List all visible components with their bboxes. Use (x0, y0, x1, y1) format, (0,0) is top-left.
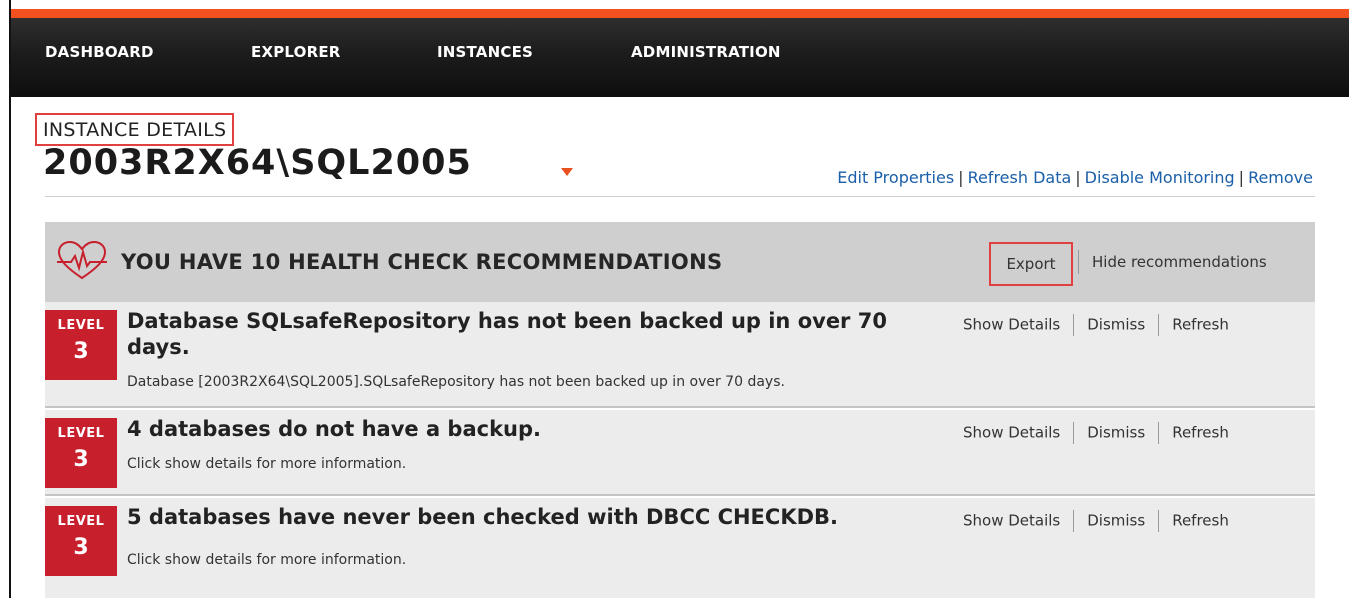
nav-item-explorer[interactable]: EXPLORER (251, 43, 341, 61)
separator (1073, 314, 1075, 336)
level-label: LEVEL (57, 426, 105, 441)
disable-monitoring-link[interactable]: Disable Monitoring (1085, 168, 1235, 187)
refresh-data-link[interactable]: Refresh Data (968, 168, 1072, 187)
refresh-button[interactable]: Refresh (1172, 512, 1229, 530)
level-badge: LEVEL 3 (45, 310, 117, 380)
heart-pulse-icon (57, 240, 107, 280)
level-number: 3 (73, 447, 89, 472)
export-button[interactable]: Export (989, 242, 1073, 286)
remove-link[interactable]: Remove (1248, 168, 1313, 187)
health-check-header: YOU HAVE 10 HEALTH CHECK RECOMMENDATIONS… (45, 222, 1315, 302)
health-check-title: YOU HAVE 10 HEALTH CHECK RECOMMENDATIONS (121, 250, 723, 274)
recommendation-actions: Show Details Dismiss Refresh (963, 510, 1229, 532)
separator: | (1075, 168, 1081, 187)
edit-properties-link[interactable]: Edit Properties (837, 168, 954, 187)
level-number: 3 (73, 535, 89, 560)
separator: | (958, 168, 964, 187)
recommendation-description: Click show details for more information. (127, 552, 407, 568)
refresh-button[interactable]: Refresh (1172, 424, 1229, 442)
nav-item-instances[interactable]: INSTANCES (437, 43, 533, 61)
level-badge: LEVEL 3 (45, 418, 117, 488)
show-details-button[interactable]: Show Details (963, 512, 1060, 530)
dismiss-button[interactable]: Dismiss (1087, 512, 1145, 530)
app-frame: DASHBOARD EXPLORER INSTANCES ADMINISTRAT… (9, 0, 1349, 598)
hide-recommendations-button[interactable]: Hide recommendations (1092, 253, 1267, 271)
recommendation-description: Database [2003R2X64\SQL2005].SQLsafeRepo… (127, 374, 785, 390)
level-badge: LEVEL 3 (45, 506, 117, 576)
separator (1073, 422, 1075, 444)
dismiss-button[interactable]: Dismiss (1087, 316, 1145, 334)
dismiss-button[interactable]: Dismiss (1087, 424, 1145, 442)
instance-name: 2003R2X64\SQL2005 (43, 143, 472, 183)
recommendation-item: LEVEL 3 5 databases have never been chec… (45, 498, 1315, 598)
instance-actions: Edit Properties | Refresh Data | Disable Mon… (837, 168, 1313, 187)
level-number: 3 (73, 339, 89, 364)
separator (1158, 314, 1160, 336)
nav-item-administration[interactable]: ADMINISTRATION (631, 43, 781, 61)
recommendation-item: LEVEL 3 4 databases do not have a backup… (45, 410, 1315, 496)
top-navigation-bar: DASHBOARD EXPLORER INSTANCES ADMINISTRAT… (11, 9, 1349, 97)
show-details-button[interactable]: Show Details (963, 424, 1060, 442)
recommendation-title: 4 databases do not have a backup. (127, 417, 542, 441)
recommendation-title: 5 databases have never been checked with… (127, 505, 839, 529)
recommendation-item: LEVEL 3 Database SQLsafeRepository has n… (45, 302, 1315, 408)
recommendation-description: Click show details for more information. (127, 456, 407, 472)
separator (1073, 510, 1075, 532)
level-label: LEVEL (57, 318, 105, 333)
separator (1158, 422, 1160, 444)
caret-down-icon[interactable] (561, 168, 573, 176)
show-details-button[interactable]: Show Details (963, 316, 1060, 334)
separator: | (1238, 168, 1245, 187)
separator (1078, 250, 1079, 274)
recommendation-actions: Show Details Dismiss Refresh (963, 314, 1229, 336)
level-label: LEVEL (57, 514, 105, 529)
recommendation-actions: Show Details Dismiss Refresh (963, 422, 1229, 444)
separator (1158, 510, 1160, 532)
nav-item-dashboard[interactable]: DASHBOARD (45, 43, 154, 61)
refresh-button[interactable]: Refresh (1172, 316, 1229, 334)
recommendation-title: Database SQLsafeRepository has not been … (127, 309, 887, 359)
section-label: INSTANCE DETAILS (35, 113, 235, 146)
header-divider (45, 196, 1315, 197)
